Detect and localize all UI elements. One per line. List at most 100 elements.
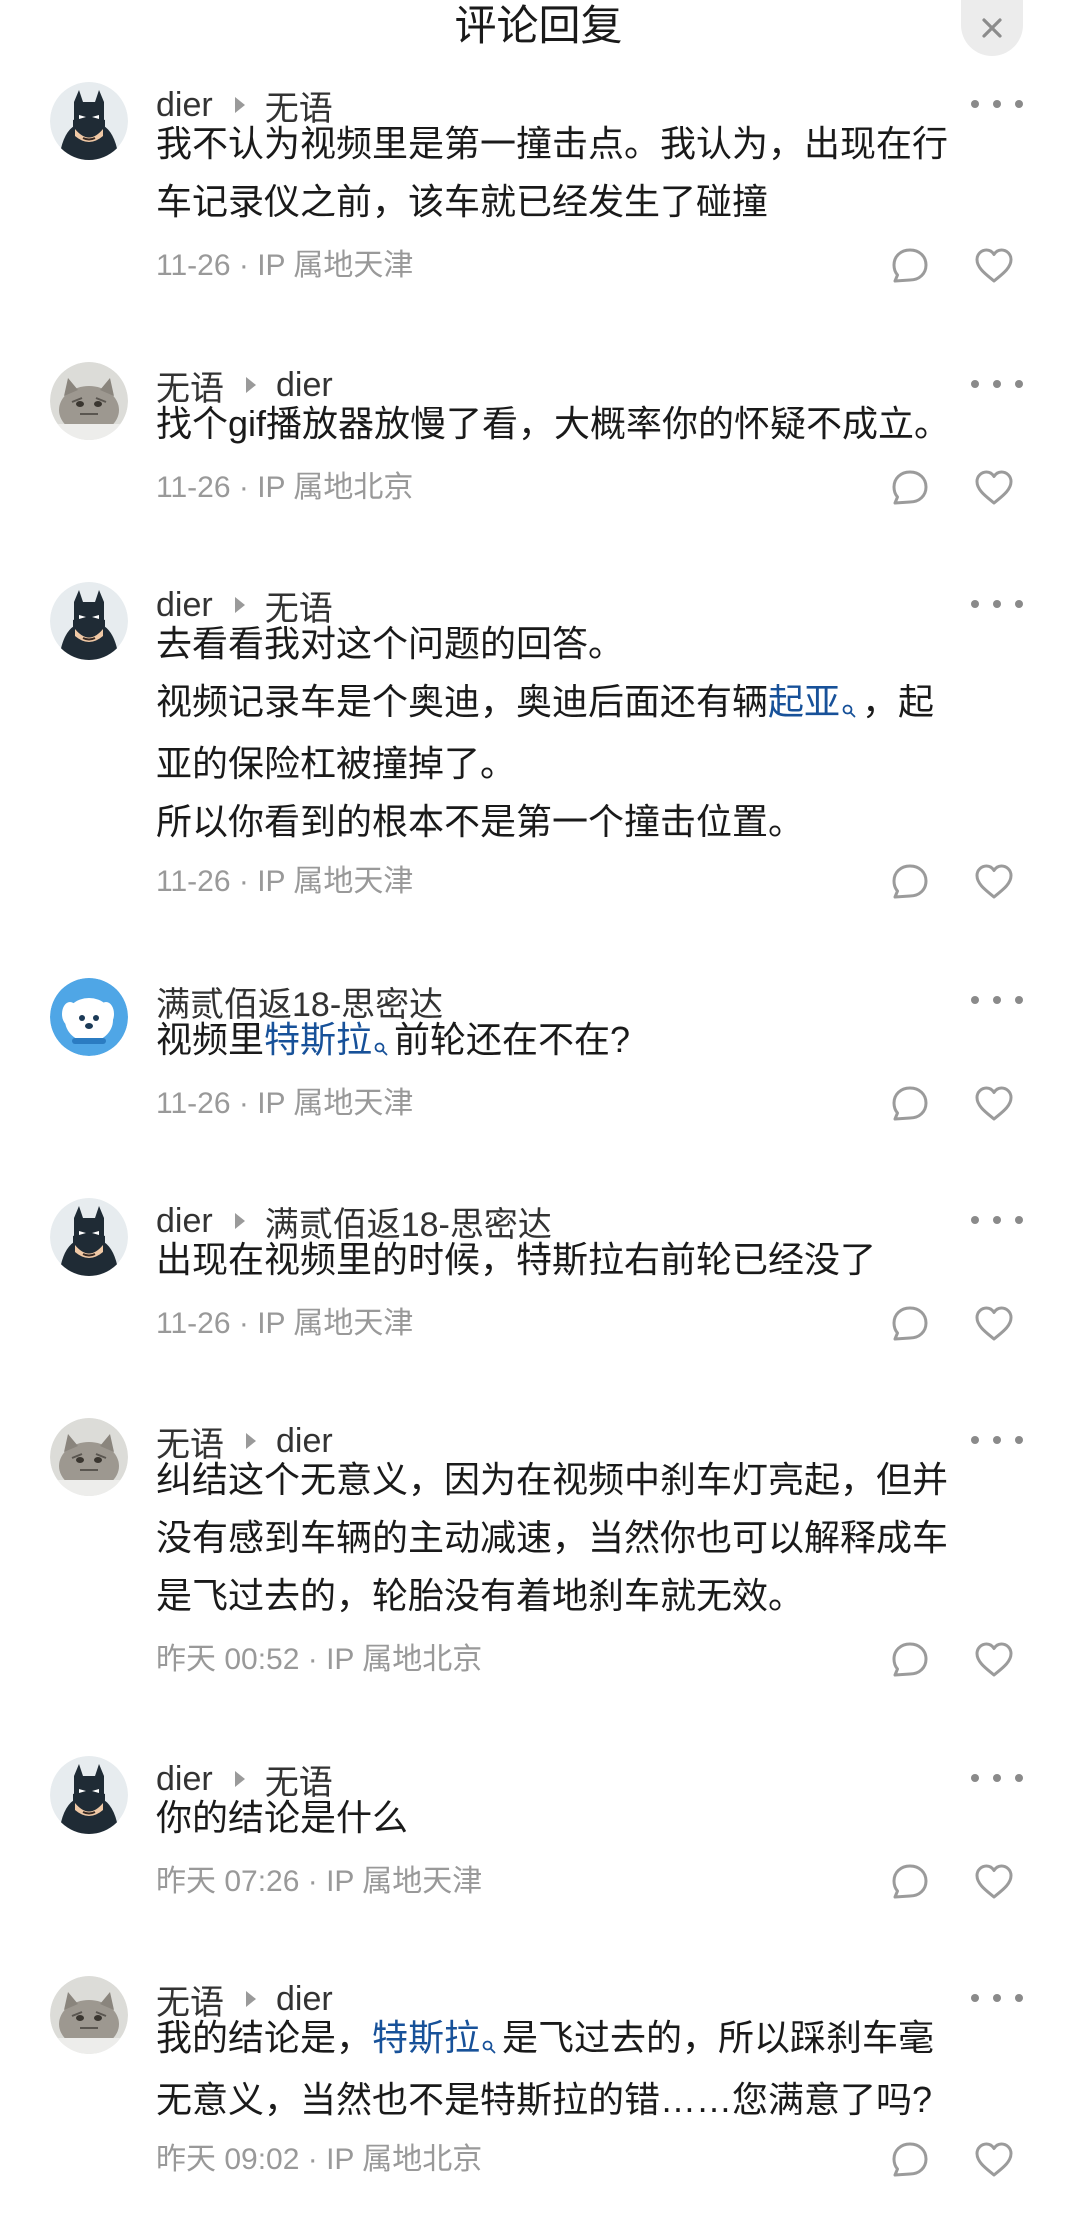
comment-text: 视频里特斯拉 前轮还在不在?	[156, 1011, 1026, 1073]
ip-location: IP 属地北京	[257, 471, 414, 504]
keyword-link[interactable]: 特斯拉	[264, 1019, 372, 1060]
reply-icon[interactable]	[889, 468, 931, 508]
reply-icon[interactable]	[889, 1084, 931, 1124]
comment-text: 纠结这个无意义，因为在视频中刹车灯亮起，但并 没有感到车辆的主动减速，当然你也可以…	[156, 1451, 1026, 1625]
separator-dot: ·	[299, 1643, 327, 1676]
reply-icon[interactable]	[889, 862, 931, 902]
comment-line: 出现在视频里的时候，特斯拉右前轮已经没了	[156, 1231, 1026, 1289]
separator-dot: ·	[230, 249, 258, 282]
search-icon[interactable]	[374, 1015, 388, 1073]
ip-location: IP 属地北京	[326, 1643, 483, 1676]
more-icon[interactable]	[971, 1768, 1023, 1788]
comment-date: 11-26	[156, 471, 231, 504]
text-segment: 是飞过去的，轮胎没有着地刹车就无效。	[156, 1575, 805, 1616]
text-segment: 所以你看到的根本不是第一个撞击位置。	[156, 801, 805, 842]
comment-line: 所以你看到的根本不是第一个撞击位置。	[156, 793, 1026, 851]
search-icon[interactable]	[482, 2013, 496, 2071]
more-icon[interactable]	[971, 94, 1023, 114]
avatar[interactable]	[50, 582, 128, 660]
avatar[interactable]	[50, 978, 128, 1056]
comment-line: 纠结这个无意义，因为在视频中刹车灯亮起，但并	[156, 1451, 1026, 1509]
comment-date: 昨天 00:52	[156, 1643, 300, 1676]
comment-text: 我不认为视频里是第一撞击点。我认为，出现在行 车记录仪之前，该车就已经发生了碰撞	[156, 115, 1026, 231]
like-icon[interactable]	[973, 1084, 1015, 1124]
ip-location: IP 属地天津	[257, 865, 414, 898]
comment-meta: 11-26 · IP 属地天津	[156, 246, 413, 286]
ip-location: IP 属地天津	[257, 1087, 414, 1120]
ip-location: IP 属地天津	[326, 1865, 483, 1898]
comment-date: 11-26	[156, 865, 231, 898]
comment-meta: 11-26 · IP 属地天津	[156, 862, 413, 902]
separator-dot: ·	[299, 1865, 327, 1898]
comment-line: 车记录仪之前，该车就已经发生了碰撞	[156, 173, 1026, 231]
keyword-link[interactable]: 特斯拉	[372, 2017, 480, 2058]
ip-location: IP 属地天津	[257, 1307, 414, 1340]
reply-icon[interactable]	[889, 2140, 931, 2180]
comment-text: 找个gif播放器放慢了看，大概率你的怀疑不成立。	[156, 395, 1026, 453]
more-icon[interactable]	[971, 1988, 1023, 2008]
reply-icon[interactable]	[889, 1304, 931, 1344]
comment-line: 去看看我对这个问题的回答。	[156, 615, 1026, 673]
text-segment: 车记录仪之前，该车就已经发生了碰撞	[156, 181, 769, 222]
comment-line: 我不认为视频里是第一撞击点。我认为，出现在行	[156, 115, 1026, 173]
avatar[interactable]	[50, 1756, 128, 1834]
reply-icon[interactable]	[889, 1640, 931, 1680]
comment-line: 没有感到车辆的主动减速，当然你也可以解释成车	[156, 1509, 1026, 1567]
comment-text: 你的结论是什么	[156, 1789, 1026, 1847]
more-icon[interactable]	[971, 1430, 1023, 1450]
like-icon[interactable]	[973, 2140, 1015, 2180]
ip-location: IP 属地北京	[326, 2143, 483, 2176]
text-segment: 出现在视频里的时候，特斯拉右前轮已经没了	[156, 1239, 877, 1280]
comment-meta: 11-26 · IP 属地天津	[156, 1304, 413, 1344]
more-icon[interactable]	[971, 374, 1023, 394]
like-icon[interactable]	[973, 468, 1015, 508]
reply-arrow-icon	[234, 97, 245, 113]
reply-arrow-icon	[246, 377, 256, 393]
keyword-link[interactable]: 起亚	[768, 681, 840, 722]
reply-arrow-icon	[246, 1433, 256, 1449]
text-segment: ，起	[862, 681, 935, 722]
reply-icon[interactable]	[889, 1862, 931, 1902]
comment-meta: 昨天 07:26 · IP 属地天津	[156, 1862, 482, 1902]
page-title: 评论回复	[454, 2, 623, 49]
more-icon[interactable]	[971, 990, 1023, 1010]
text-segment: 我的结论是，	[156, 2017, 373, 2058]
avatar[interactable]	[50, 1418, 128, 1496]
search-icon[interactable]	[842, 677, 856, 735]
separator-dot: ·	[230, 1307, 258, 1340]
like-icon[interactable]	[973, 1304, 1015, 1344]
comment-text: 我的结论是，特斯拉 是飞过去的，所以踩刹车毫 无意义，当然也不是特斯拉的错……您满意…	[156, 2009, 1026, 2129]
comment-line: 视频里特斯拉 前轮还在不在?	[156, 1011, 1026, 1073]
like-icon[interactable]	[973, 1862, 1015, 1902]
like-icon[interactable]	[973, 246, 1015, 286]
text-segment: 视频里	[156, 1019, 265, 1060]
avatar[interactable]	[50, 1976, 128, 2054]
comment-meta: 昨天 00:52 · IP 属地北京	[156, 1640, 482, 1680]
like-icon[interactable]	[973, 862, 1015, 902]
text-segment: 找个gif播放器放慢了看，大概率你的怀疑不成立。	[156, 403, 951, 444]
reply-arrow-icon	[234, 1213, 245, 1229]
text-segment: 去看看我对这个问题的回答。	[156, 623, 625, 664]
reply-icon[interactable]	[889, 246, 931, 286]
more-icon[interactable]	[971, 594, 1023, 614]
separator-dot: ·	[230, 865, 258, 898]
text-segment: 无意义，当然也不是特斯拉的错……您满意了吗?	[156, 2079, 933, 2120]
like-icon[interactable]	[973, 1640, 1015, 1680]
comment-line: 视频记录车是个奥迪，奥迪后面还有辆起亚 ，起	[156, 673, 1026, 735]
text-segment: 我不认为视频里是第一撞击点。我认为，出现在行	[156, 123, 949, 164]
separator-dot: ·	[230, 1087, 258, 1120]
avatar[interactable]	[50, 362, 128, 440]
comment-line: 亚的保险杠被撞掉了。	[156, 735, 1026, 793]
avatar[interactable]	[50, 82, 128, 160]
comment-meta: 昨天 09:02 · IP 属地北京	[156, 2140, 482, 2180]
text-segment: 视频记录车是个奥迪，奥迪后面还有辆	[156, 681, 769, 722]
header: 评论回复	[0, 0, 1077, 70]
comment-line: 无意义，当然也不是特斯拉的错……您满意了吗?	[156, 2071, 1026, 2129]
more-icon[interactable]	[971, 1210, 1023, 1230]
comment-date: 11-26	[156, 1087, 231, 1120]
avatar[interactable]	[50, 1198, 128, 1276]
reply-arrow-icon	[234, 1771, 245, 1787]
text-segment: 亚的保险杠被撞掉了。	[156, 743, 517, 784]
comment-date: 11-26	[156, 249, 231, 282]
comment-line: 找个gif播放器放慢了看，大概率你的怀疑不成立。	[156, 395, 1026, 453]
